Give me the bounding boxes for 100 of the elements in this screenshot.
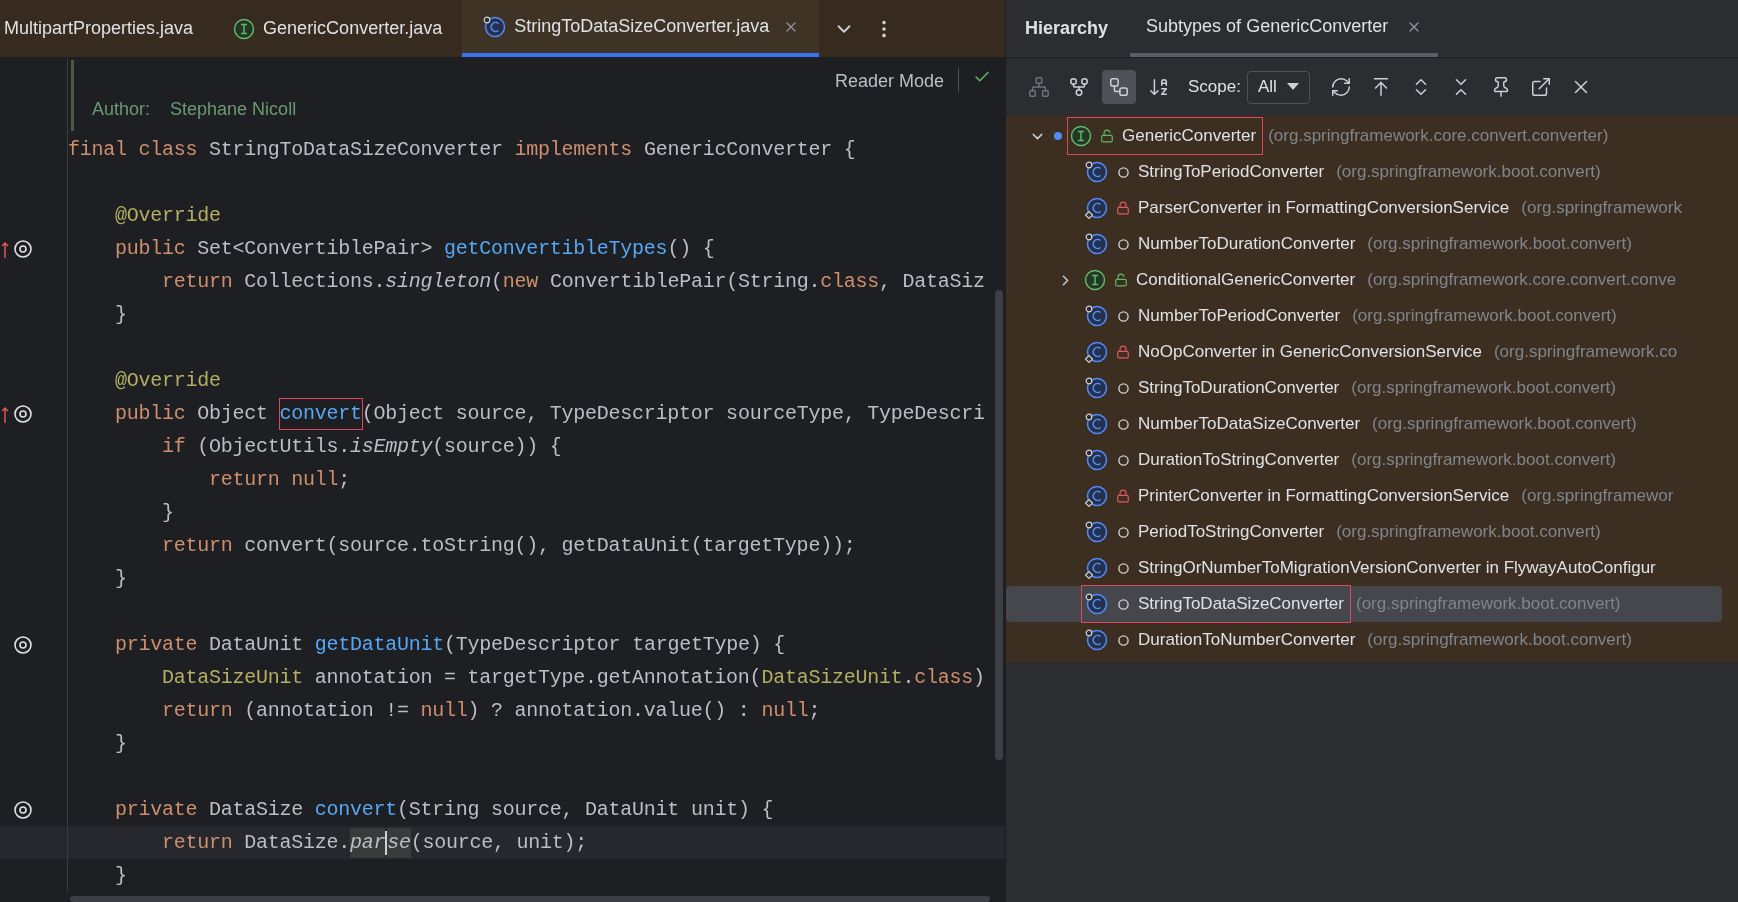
fork-icon: [1068, 76, 1090, 98]
tree-row[interactable]: NumberToDurationConverter (org.springframework.boot.convert): [1006, 226, 1722, 262]
package-name: (org.springframework.co: [1493, 341, 1678, 364]
package-name: (org.springframework.boot.convert): [1372, 413, 1637, 436]
implements-gutter-icon[interactable]: [2, 402, 34, 425]
class-icon: [1084, 232, 1108, 256]
implements-gutter-icon[interactable]: [2, 237, 34, 260]
tree-row[interactable]: DurationToStringConverter (org.springframework.boot.convert): [1006, 442, 1722, 478]
horizontal-scrollbar-thumb[interactable]: [70, 896, 990, 902]
circle-icon: [1117, 562, 1129, 574]
package-name: (org.springframework.boot.convert): [1356, 593, 1621, 616]
reader-mode-link[interactable]: Reader Mode: [834, 68, 944, 95]
unlocked-icon: [1100, 129, 1114, 143]
tree-row[interactable]: NumberToPeriodConverter (org.springframework.boot.convert): [1006, 298, 1722, 334]
type-name: PrinterConverter in FormattingConversionService: [1138, 485, 1510, 508]
circle-icon: [1117, 526, 1129, 538]
interface-icon: [1084, 269, 1106, 291]
inner-class-icon: [1084, 340, 1108, 364]
class-icon: [1084, 592, 1108, 616]
tree-row[interactable]: DurationToNumberConverter (org.springframework.boot.convert): [1006, 622, 1722, 658]
class-icon: [1084, 304, 1108, 328]
class-icon: [1084, 628, 1108, 652]
tree-row[interactable]: ParserConverter in FormattingConversionService (org.springframework: [1006, 190, 1722, 226]
circle-icon: [1117, 454, 1129, 466]
dropdown-arrow-icon: [1286, 83, 1299, 91]
package-name: (org.springframework.core.convert.converter): [1268, 125, 1609, 148]
code-line: DataSizeUnit annotation = targetType.getAnnotation(DataSizeUnit.class): [161, 664, 985, 691]
inner-class-icon: [1084, 196, 1108, 220]
type-name: PeriodToStringConverter: [1138, 521, 1325, 544]
type-name: DurationToNumberConverter: [1138, 629, 1356, 652]
package-name: (org.springframework.boot.convert): [1367, 629, 1632, 652]
scope-label: Scope:: [1188, 76, 1241, 99]
class-icon: [1084, 376, 1108, 400]
panel-title: Hierarchy: [1025, 17, 1109, 40]
type-name: StringToPeriodConverter: [1138, 161, 1325, 184]
class-icon: [1084, 160, 1108, 184]
sort-icon: [1148, 76, 1170, 98]
type-name: ConditionalGenericConverter: [1136, 269, 1356, 292]
type-name: StringToDurationConverter: [1138, 377, 1340, 400]
lock-icon: [1116, 345, 1130, 359]
type-name: NoOpConverter in GenericConversionService: [1138, 341, 1482, 364]
tree-row[interactable]: PrinterConverter in FormattingConversionService (org.springframewor: [1006, 478, 1722, 514]
package-name: (org.springframework.boot.convert): [1336, 521, 1601, 544]
related-gutter-icon[interactable]: [12, 633, 34, 656]
unlocked-icon: [1114, 273, 1128, 287]
doc-label: Author:: [92, 98, 151, 121]
hierarchy-icon: [1028, 76, 1050, 98]
scope-dropdown[interactable]: All: [1246, 70, 1310, 104]
tree-row[interactable]: StringOrNumberToMigrationVersionConverter in FlywayAutoConfigur: [1006, 550, 1722, 586]
interface-icon: [1070, 125, 1092, 147]
package-name: (org.springframework.boot.convert): [1367, 233, 1632, 256]
type-name: ParserConverter in FormattingConversionService: [1138, 197, 1510, 220]
code-line: public Object convert(Object source, TypeDescriptor sourceType, TypeDescri: [68, 397, 985, 430]
code-line: }: [114, 730, 127, 757]
code-line: return (annotation != null) ? annotation.value() : null;: [161, 697, 821, 724]
tree-row[interactable]: StringToPeriodConverter (org.springframework.boot.convert): [1006, 154, 1722, 190]
type-name: StringToDataSizeConverter: [1138, 593, 1344, 616]
doc-author: Stephane Nicoll: [170, 98, 297, 121]
type-name: GenericConverter: [1122, 125, 1257, 148]
tree-row[interactable]: NumberToDataSizeConverter (org.springframework.boot.convert): [1006, 406, 1722, 442]
lock-icon: [1116, 489, 1130, 503]
editor-tab[interactable]: StringToDataSizeConverter.java: [462, 0, 820, 57]
code-line: }: [114, 301, 127, 328]
tree-row[interactable]: GenericConverter (org.springframework.core.convert.converter): [1006, 118, 1722, 154]
code-line: }: [114, 862, 127, 889]
tree-row[interactable]: ConditionalGenericConverter (org.springframework.core.convert.conve: [1006, 262, 1722, 298]
code-line: return null;: [208, 466, 351, 493]
package-name: (org.springframework.boot.convert): [1351, 449, 1616, 472]
editor-tab[interactable]: GenericConverter.java: [213, 0, 463, 57]
class-icon: [1084, 520, 1108, 544]
code-line: private DataSize convert(String source, DataUnit unit) {: [114, 796, 774, 823]
code-line: }: [161, 499, 174, 526]
circle-icon: [1117, 310, 1129, 322]
interface-icon: [233, 17, 256, 40]
class-icon: [1084, 412, 1108, 436]
code-line: final class StringToDataSizeConverter implements GenericConverter {: [68, 136, 856, 163]
code-line: @Override: [114, 367, 221, 394]
circle-icon: [1117, 166, 1129, 178]
tree-row[interactable]: NoOpConverter in GenericConversionService (org.springframework.co: [1006, 334, 1722, 370]
hierarchy-tab[interactable]: Subtypes of GenericConverter: [1130, 0, 1439, 57]
circle-icon: [1117, 598, 1129, 610]
editor-tab[interactable]: MultipartProperties.java: [0, 0, 214, 57]
circle-icon: [1117, 634, 1129, 646]
package-name: (org.springframework.boot.convert): [1351, 377, 1616, 400]
subtypes-button[interactable]: [1102, 70, 1136, 104]
tree-row[interactable]: StringToDurationConverter (org.springframework.boot.convert): [1006, 370, 1722, 406]
package-name: (org.springframework: [1521, 197, 1682, 220]
type-name: StringOrNumberToMigrationVersionConverter in FlywayAutoConfigur: [1138, 557, 1656, 580]
code-line: return Collections.singleton(new ConvertiblePair(String.class, DataSiz: [161, 268, 985, 295]
code-line: }: [114, 565, 127, 592]
tree-row[interactable]: StringToDataSizeConverter (org.springframework.boot.convert): [1006, 586, 1722, 622]
open-window-icon: [1529, 76, 1552, 98]
inner-class-icon: [1084, 556, 1108, 580]
circle-icon: [1117, 238, 1129, 250]
related-gutter-icon[interactable]: [12, 798, 34, 821]
tree-row[interactable]: PeriodToStringConverter (org.springframework.boot.convert): [1006, 514, 1722, 550]
refresh-icon: [1329, 76, 1352, 98]
package-name: (org.springframework.core.convert.conve: [1367, 269, 1677, 292]
code-line: return DataSize.parse(source, unit);: [68, 826, 588, 859]
vertical-scrollbar-thumb[interactable]: [995, 290, 1003, 760]
